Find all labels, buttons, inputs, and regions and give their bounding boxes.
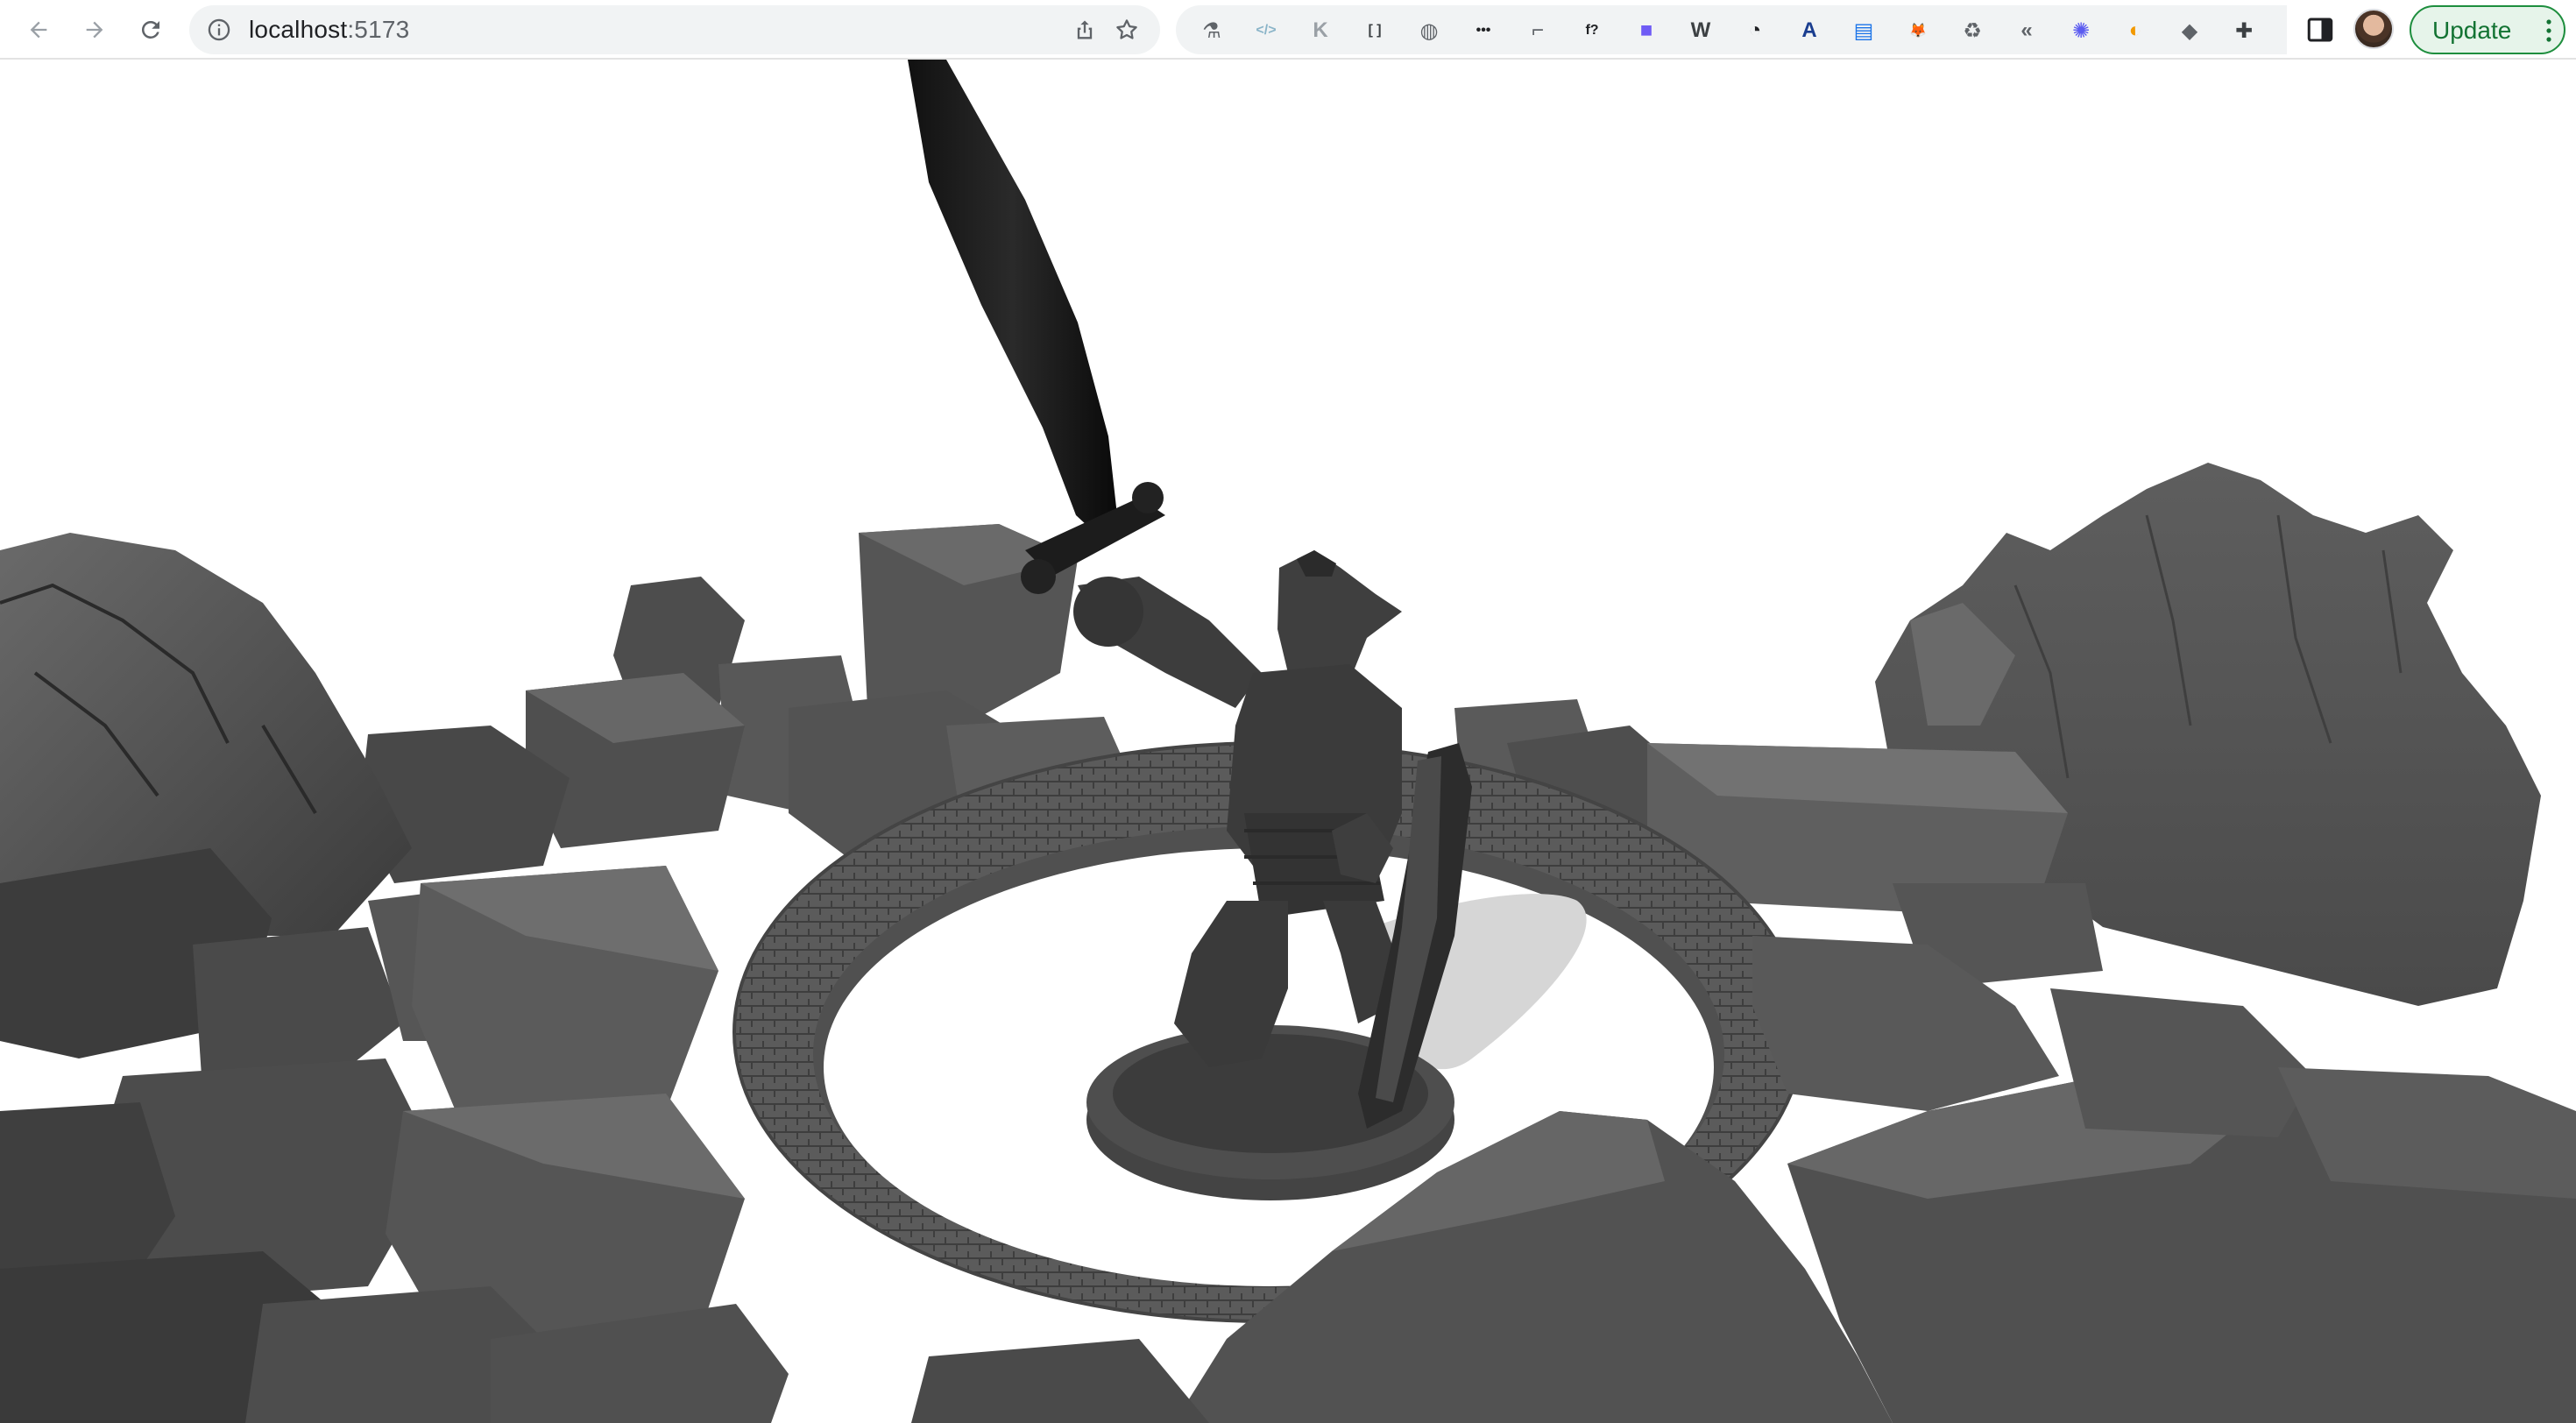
- colors-ext-icon[interactable]: ■: [1633, 18, 1660, 44]
- screenshot-ext-icon[interactable]: [ ]: [1362, 18, 1388, 44]
- url-host: localhost: [249, 16, 348, 43]
- side-panel-icon[interactable]: [2304, 14, 2336, 46]
- url-port: :5173: [347, 16, 410, 43]
- fox-ext-icon[interactable]: 🦊: [1905, 18, 1931, 44]
- wordpress-ext-icon[interactable]: W: [1688, 18, 1714, 44]
- back-button[interactable]: [18, 9, 60, 51]
- font-ext-icon[interactable]: f?: [1579, 18, 1605, 44]
- flame-ext-icon[interactable]: ◐: [2122, 18, 2148, 44]
- tool-ext-icon[interactable]: ⌐: [1525, 18, 1551, 44]
- puzzle-ext-icon[interactable]: ✚: [2231, 18, 2257, 44]
- bookmark-star-button[interactable]: [1113, 16, 1141, 44]
- update-button[interactable]: Update: [2410, 5, 2565, 54]
- browser-toolbar: localhost:5173 ⚗ </> K [ ] ◍ ••• ⌐ f? ■ W ◔ A ▤ 🦊 ♻ « ✺ ◐…: [0, 0, 2576, 60]
- recycle-ext-icon[interactable]: ♻: [1959, 18, 1985, 44]
- profile-avatar[interactable]: [2353, 9, 2394, 49]
- extensions-bar: ⚗ </> K [ ] ◍ ••• ⌐ f? ■ W ◔ A ▤ 🦊 ♻ « ✺ ◐ ◆ ✚: [1176, 5, 2287, 54]
- timer-ext-icon[interactable]: ◔: [1742, 18, 1768, 44]
- info-icon[interactable]: [207, 18, 231, 42]
- a-circle-ext-icon[interactable]: A: [1796, 18, 1822, 44]
- arrow-left-icon: [30, 21, 47, 39]
- forward-button[interactable]: [74, 9, 116, 51]
- update-label: Update: [2432, 17, 2512, 44]
- arrow-right-icon: [86, 21, 103, 39]
- c-arrow-ext-icon[interactable]: «: [2013, 18, 2040, 44]
- more-vert-icon: [2546, 19, 2551, 42]
- dots-ext-icon[interactable]: •••: [1470, 18, 1497, 44]
- webgl-canvas[interactable]: [0, 60, 2576, 1423]
- 3d-scene[interactable]: [0, 60, 2576, 1423]
- url-text[interactable]: localhost:5173: [249, 16, 409, 44]
- code-ext-icon[interactable]: </>: [1253, 18, 1279, 44]
- eyedropper-ext-icon[interactable]: ⚗: [1199, 18, 1225, 44]
- address-bar[interactable]: localhost:5173: [189, 5, 1160, 54]
- stack-ext-icon[interactable]: ◆: [2176, 18, 2203, 44]
- share-icon: [1077, 20, 1093, 39]
- globe-ext-icon[interactable]: ◍: [1416, 18, 1442, 44]
- reload-icon: [141, 20, 159, 39]
- tab-ext-icon[interactable]: ▤: [1851, 18, 1877, 44]
- sparkle-ext-icon[interactable]: ✺: [2068, 18, 2094, 44]
- star-icon: [1116, 19, 1137, 39]
- share-button[interactable]: [1071, 16, 1099, 44]
- reload-button[interactable]: [130, 9, 172, 51]
- k-ext-icon[interactable]: K: [1307, 18, 1334, 44]
